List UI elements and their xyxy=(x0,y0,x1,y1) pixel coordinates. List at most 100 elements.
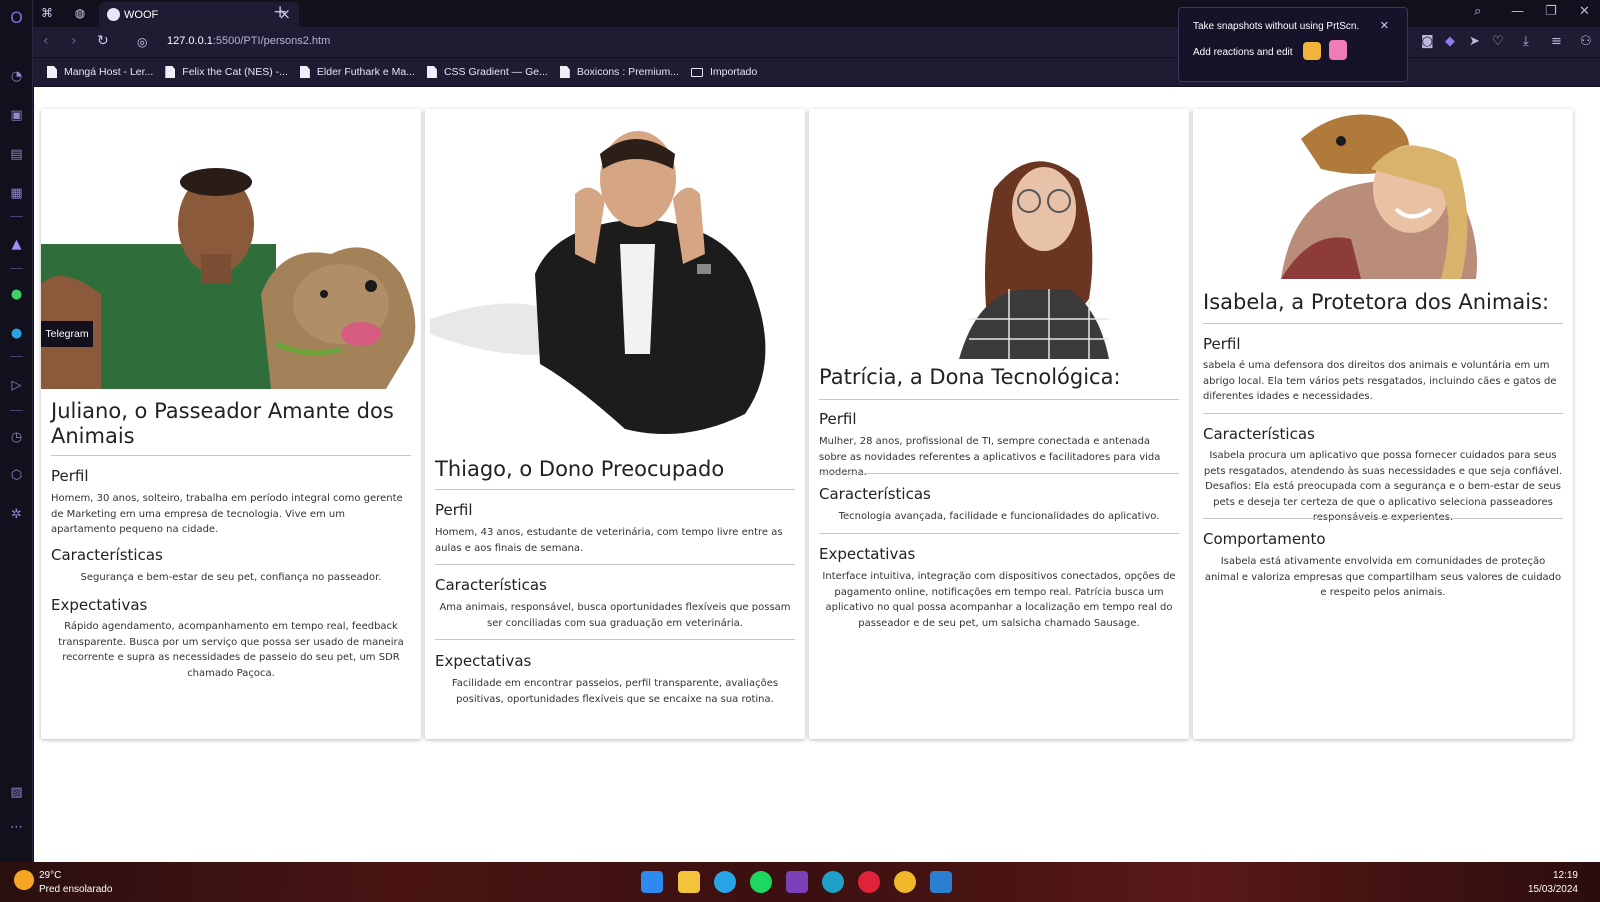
aria-icon[interactable]: ▲ xyxy=(7,235,26,254)
search-tabs-icon[interactable]: ⌕ xyxy=(1474,4,1481,19)
reload-button[interactable]: ↻ xyxy=(97,33,109,49)
page-viewport: Juliano, o Passeador Amante dos Animais … xyxy=(34,87,1600,863)
back-button[interactable]: ‹ xyxy=(43,33,49,49)
persona-name: Juliano, o Passeador Amante dos Animais xyxy=(51,399,394,449)
divider xyxy=(819,473,1179,474)
url-field[interactable]: 127.0.0.1:5500/PTI/persons2.htm xyxy=(167,35,330,47)
persona-expectativas: Interface intuitiva, integração com disp… xyxy=(822,571,1176,629)
twitch-icon[interactable]: ▤ xyxy=(7,145,26,164)
opera-logo-icon[interactable]: O xyxy=(7,8,26,27)
whatsapp-icon[interactable]: ● xyxy=(7,285,26,304)
player-icon[interactable]: ▷ xyxy=(7,376,26,395)
bookmark-label: CSS Gradient — Ge... xyxy=(443,66,548,78)
section-heading: Características xyxy=(819,485,931,503)
minimize-button[interactable]: — xyxy=(1511,4,1524,19)
start-icon[interactable] xyxy=(641,871,663,893)
shopping-icon[interactable]: ▣ xyxy=(7,106,26,125)
section-heading: Perfil xyxy=(51,467,89,485)
pinned-tab-globe-icon[interactable]: ◍ xyxy=(71,4,89,22)
new-tab-button[interactable]: + xyxy=(273,2,287,22)
persona-name: Isabela, a Protetora dos Animais: xyxy=(1203,290,1550,314)
divider xyxy=(51,455,411,456)
more-icon[interactable]: ⋯ xyxy=(7,818,26,837)
bookmark-item[interactable]: Felix the Cat (NES) -... xyxy=(165,66,288,78)
vpn-shield-icon[interactable]: ◆ xyxy=(1445,34,1455,49)
extensions-icon[interactable]: ⬡ xyxy=(7,466,26,485)
vscode-icon[interactable] xyxy=(930,871,952,893)
bookmark-folder[interactable]: Importado xyxy=(690,66,757,78)
divider xyxy=(819,399,1179,400)
divider xyxy=(1203,518,1563,519)
section-heading: Perfil xyxy=(819,410,857,428)
weather-icon[interactable] xyxy=(14,870,34,890)
divider xyxy=(819,533,1179,534)
bookmark-label: Elder Futhark e Ma... xyxy=(316,66,415,78)
file-explorer-icon[interactable] xyxy=(678,871,700,893)
clock-time: 12:19 xyxy=(1552,870,1578,881)
close-icon[interactable]: ✕ xyxy=(1380,19,1389,32)
url-path: :5500/PTI/persons2.htm xyxy=(212,35,331,47)
gallery-icon[interactable]: ▨ xyxy=(7,783,26,802)
opera-app-icon[interactable] xyxy=(858,871,880,893)
bookmark-label: Mangá Host - Ler... xyxy=(64,66,154,78)
section-heading: Características xyxy=(435,576,547,594)
sidebar-divider xyxy=(10,216,23,217)
maximize-button[interactable]: ❐ xyxy=(1545,4,1557,19)
browser-sidebar: O ◔ ▣ ▤ ▦ ▲ ● ● ▷ ◷ ⬡ ✲ ▨ ⋯ xyxy=(0,0,33,862)
tab-active[interactable]: WOOF × xyxy=(99,2,299,27)
weather-temperature: 29°C xyxy=(39,870,62,881)
sidebar-divider xyxy=(10,268,23,269)
divider xyxy=(435,489,795,490)
workspace-icon[interactable]: ⌘ xyxy=(38,4,56,22)
bookmark-item[interactable]: Elder Futhark e Ma... xyxy=(299,66,415,78)
profile-icon[interactable]: ⚇ xyxy=(1580,34,1592,49)
persona-caracteristicas: Segurança e bem-estar de seu pet, confia… xyxy=(80,572,382,583)
clock-date: 15/03/2024 xyxy=(1527,884,1578,895)
emoji-icon[interactable] xyxy=(1303,42,1321,60)
section-heading: Comportamento xyxy=(1203,530,1326,548)
forward-button[interactable]: › xyxy=(71,33,77,49)
section-heading: Expectativas xyxy=(819,545,916,563)
persona-photo xyxy=(1281,114,1477,279)
settings-icon[interactable]: ✲ xyxy=(7,505,26,524)
bookmark-item[interactable]: Boxicons : Premium... xyxy=(559,66,679,78)
chrome-icon[interactable] xyxy=(894,871,916,893)
persona-name: Thiago, o Dono Preocupado xyxy=(435,457,725,481)
history-icon[interactable]: ◷ xyxy=(7,428,26,447)
popup-text: Take snapshots without using PrtScn. xyxy=(1193,21,1360,32)
persona-perfil: sabela é uma defensora dos direitos dos … xyxy=(1203,360,1557,402)
page-icon xyxy=(559,66,570,78)
divider xyxy=(1203,323,1563,324)
camera-icon[interactable]: ◙ xyxy=(1421,34,1434,49)
section-heading: Perfil xyxy=(435,501,473,519)
easy-setup-icon[interactable]: ≡ xyxy=(1551,34,1562,49)
speed-dial-icon[interactable]: ◔ xyxy=(7,67,26,86)
persona-perfil: Homem, 30 anos, solteiro, trabalha em pe… xyxy=(51,493,403,535)
bookmark-item[interactable]: Mangá Host - Ler... xyxy=(47,66,153,78)
globe-icon xyxy=(107,8,120,21)
url-host: 127.0.0.1 xyxy=(167,35,213,47)
bookmark-item[interactable]: CSS Gradient — Ge... xyxy=(426,66,548,78)
telegram-icon[interactable]: ● xyxy=(7,324,26,343)
emoji-icon[interactable] xyxy=(1329,40,1347,60)
persona-name: Patrícia, a Dona Tecnológica: xyxy=(819,365,1121,389)
section-heading: Expectativas xyxy=(51,596,148,614)
games-icon[interactable]: ▦ xyxy=(7,184,26,203)
clock[interactable]: 12:19 15/03/2024 xyxy=(1528,869,1578,897)
persona-photo xyxy=(959,161,1109,359)
section-heading: Características xyxy=(1203,425,1315,443)
send-icon[interactable]: ➤ xyxy=(1469,34,1480,49)
page-icon xyxy=(299,66,310,78)
page-icon xyxy=(47,66,57,78)
persona-expectativas: Rápido agendamento, acompanhamento em te… xyxy=(58,621,404,679)
edge-icon[interactable] xyxy=(822,871,844,893)
persona-card-isabela: Isabela, a Protetora dos Animais: Perfil… xyxy=(1193,109,1573,739)
persona-card-thiago: Thiago, o Dono Preocupado Perfil Homem, … xyxy=(425,109,805,739)
heart-icon[interactable]: ♡ xyxy=(1492,34,1504,49)
close-window-button[interactable]: ✕ xyxy=(1579,4,1590,19)
site-info-icon[interactable]: ◎ xyxy=(137,35,147,49)
onenote-icon[interactable] xyxy=(786,871,808,893)
telegram-app-icon[interactable] xyxy=(714,871,736,893)
download-icon[interactable]: ⤓ xyxy=(1523,34,1529,49)
spotify-icon[interactable] xyxy=(750,871,772,893)
